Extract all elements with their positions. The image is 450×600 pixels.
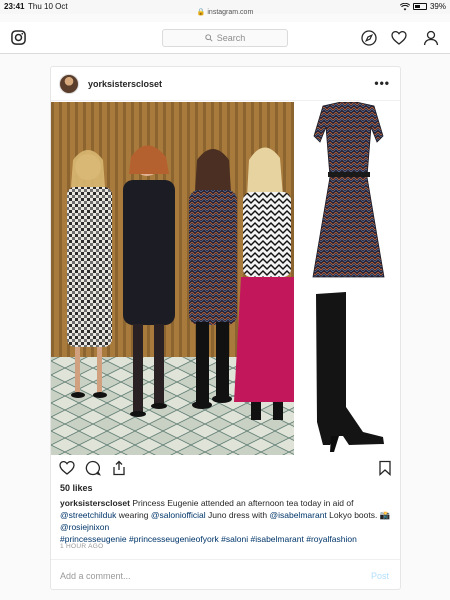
search-placeholder: Search: [216, 33, 246, 43]
search-input[interactable]: Search: [162, 29, 288, 47]
mention-link[interactable]: @streetchilduk: [60, 510, 116, 520]
wifi-icon: [399, 2, 410, 10]
caption-text: Juno dress with: [208, 510, 268, 520]
status-right: 39%: [399, 2, 446, 11]
caption-username[interactable]: yorksisterscloset: [60, 498, 130, 508]
lock-icon: 🔒: [196, 9, 206, 16]
instagram-logo-icon[interactable]: [11, 30, 26, 45]
caption-text: Princess Eugenie attended an afternoon t…: [132, 498, 354, 508]
mention-link[interactable]: @saloniofficial: [151, 510, 206, 520]
hashtag-link[interactable]: #isabelmarant: [250, 534, 303, 544]
more-options-icon[interactable]: •••: [374, 76, 390, 90]
address-bar-url[interactable]: 🔒 instagram.com: [0, 8, 450, 16]
compass-icon[interactable]: [361, 30, 377, 46]
hashtag-link[interactable]: #royalfashion: [306, 534, 357, 544]
profile-icon[interactable]: [423, 30, 439, 46]
post-actions: [59, 460, 393, 478]
battery-percent: 39%: [429, 2, 446, 11]
post-header: yorksisterscloset •••: [51, 67, 400, 101]
share-icon[interactable]: [111, 460, 127, 476]
like-heart-icon[interactable]: [59, 460, 75, 476]
caption-text: wearing: [118, 510, 149, 520]
post-image: [51, 102, 400, 455]
bookmark-icon[interactable]: [377, 460, 393, 476]
hashtag-link[interactable]: #princesseugenieofyork: [129, 534, 219, 544]
comment-icon[interactable]: [85, 460, 101, 476]
heart-icon[interactable]: [391, 30, 407, 46]
status-bar: 23:41 Thu 10 Oct 🔒 instagram.com 39%: [0, 0, 450, 16]
avatar[interactable]: [59, 74, 79, 94]
post-comment-button[interactable]: Post: [371, 571, 389, 581]
post-caption: yorksisterscloset Princess Eugenie atten…: [60, 497, 392, 545]
post-card: yorksisterscloset ••• 50 likes yorksiste…: [50, 66, 401, 590]
post-username[interactable]: yorksisterscloset: [88, 79, 162, 89]
url-text: instagram.com: [207, 9, 254, 16]
mention-link[interactable]: @isabelmarant: [269, 510, 326, 520]
caption-text: Lokyo boots. 📸: [329, 510, 391, 520]
post-timestamp[interactable]: 1 HOUR AGO: [60, 543, 103, 550]
add-comment-row: Add a comment... Post: [51, 559, 400, 589]
battery-icon: [412, 3, 427, 10]
hashtag-link[interactable]: #saloni: [221, 534, 248, 544]
search-icon: [205, 34, 213, 42]
likes-count[interactable]: 50 likes: [60, 483, 93, 493]
mention-link[interactable]: @rosiejnixon: [60, 522, 109, 532]
comment-input[interactable]: Add a comment...: [60, 571, 131, 581]
post-photo[interactable]: [51, 102, 400, 455]
top-nav: Search: [0, 22, 450, 54]
